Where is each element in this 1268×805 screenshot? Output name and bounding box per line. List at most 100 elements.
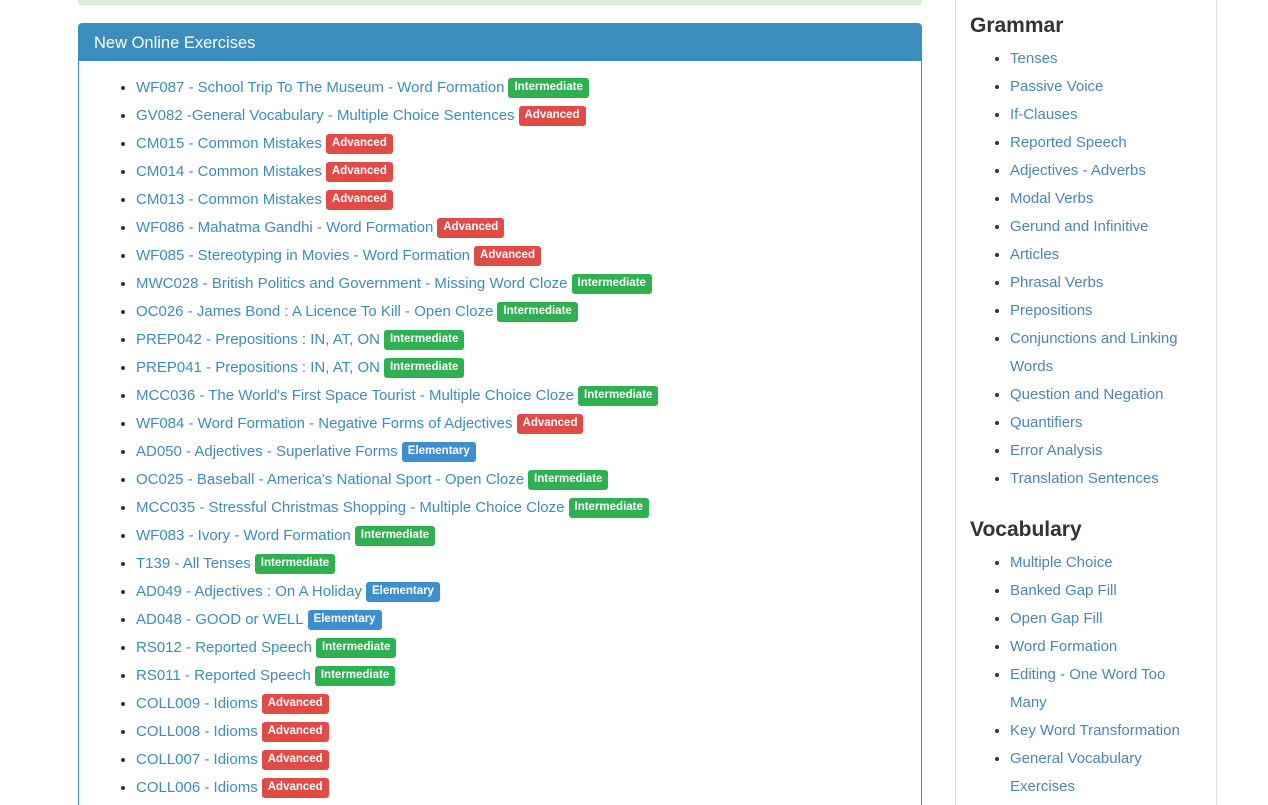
sidebar-item-editing-one-word-too-many[interactable]: Editing - One Word Too Many — [1010, 666, 1165, 711]
sidebar-item-question-and-negation[interactable]: Question and Negation — [1010, 386, 1163, 403]
list-item: MCC035 - Stressful Christmas Shopping - … — [136, 494, 906, 522]
level-badge: Elementary — [402, 442, 476, 462]
list-item: Articles — [1010, 241, 1202, 269]
grammar-heading: Grammar — [970, 13, 1202, 39]
level-badge: Intermediate — [355, 526, 435, 546]
exercise-link[interactable]: RS012 - Reported Speech — [136, 639, 312, 656]
exercise-link[interactable]: COLL007 - Idioms — [136, 751, 258, 768]
exercise-link[interactable]: PREP042 - Prepositions : IN, AT, ON — [136, 331, 380, 348]
exercise-link[interactable]: RS011 - Reported Speech — [136, 667, 311, 684]
level-badge: Intermediate — [572, 274, 652, 294]
list-item: COLL007 - IdiomsAdvanced — [136, 746, 906, 774]
exercise-link[interactable]: MWC028 - British Politics and Government… — [136, 275, 568, 292]
level-badge: Intermediate — [384, 330, 464, 350]
list-item: WF085 - Stereotyping in Movies - Word Fo… — [136, 242, 906, 270]
list-item: MCC036 - The World's First Space Tourist… — [136, 382, 906, 410]
list-item: MWC028 - British Politics and Government… — [136, 270, 906, 298]
sidebar-item-phrasal-verbs[interactable]: Phrasal Verbs — [1010, 274, 1103, 291]
sidebar-item-open-gap-fill[interactable]: Open Gap Fill — [1010, 610, 1103, 627]
sidebar-item-word-formation[interactable]: Word Formation — [1010, 638, 1117, 655]
exercise-link[interactable]: AD048 - GOOD or WELL — [136, 611, 304, 628]
exercise-link[interactable]: WF085 - Stereotyping in Movies - Word Fo… — [136, 247, 470, 264]
list-item: WF086 - Mahatma Gandhi - Word FormationA… — [136, 214, 906, 242]
exercise-link[interactable]: COLL008 - Idioms — [136, 723, 258, 740]
grammar-section: Grammar Tenses Passive Voice If-Clauses Rep… — [956, 0, 1216, 493]
sidebar-item-translation-sentences[interactable]: Translation Sentences — [1010, 470, 1159, 487]
sidebar-item-error-analysis[interactable]: Error Analysis — [1010, 442, 1103, 459]
list-item: COLL008 - IdiomsAdvanced — [136, 718, 906, 746]
sidebar-item-modal-verbs[interactable]: Modal Verbs — [1010, 190, 1093, 207]
exercise-link[interactable]: OC026 - James Bond : A Licence To Kill -… — [136, 303, 493, 320]
exercise-link[interactable]: T139 - All Tenses — [136, 555, 251, 572]
exercise-link[interactable]: MCC036 - The World's First Space Tourist… — [136, 387, 574, 404]
list-item: General Vocabulary Exercises — [1010, 745, 1202, 801]
list-item: CM015 - Common MistakesAdvanced — [136, 130, 906, 158]
vocabulary-list: Multiple Choice Banked Gap Fill Open Gap F… — [970, 549, 1202, 801]
sidebar-item-prepositions[interactable]: Prepositions — [1010, 302, 1093, 319]
exercise-link[interactable]: AD049 - Adjectives : On A Holiday — [136, 583, 362, 600]
list-item: WF087 - School Trip To The Museum - Word… — [136, 74, 906, 102]
level-badge: Intermediate — [255, 554, 335, 574]
level-badge: Intermediate — [316, 638, 396, 658]
level-badge: Intermediate — [528, 470, 608, 490]
exercise-link[interactable]: WF086 - Mahatma Gandhi - Word Formation — [136, 219, 433, 236]
list-item: Phrasal Verbs — [1010, 269, 1202, 297]
sidebar-item-passive-voice[interactable]: Passive Voice — [1010, 78, 1103, 95]
list-item: Reported Speech — [1010, 129, 1202, 157]
exercise-link[interactable]: CM013 - Common Mistakes — [136, 191, 322, 208]
exercise-link[interactable]: CM014 - Common Mistakes — [136, 163, 322, 180]
list-item: OC025 - Baseball - America's National Sp… — [136, 466, 906, 494]
list-item: AD050 - Adjectives - Superlative FormsEl… — [136, 438, 906, 466]
list-item: Banked Gap Fill — [1010, 577, 1202, 605]
list-item: Question and Negation — [1010, 381, 1202, 409]
list-item: PREP042 - Prepositions : IN, AT, ONInter… — [136, 326, 906, 354]
level-badge: Intermediate — [384, 358, 464, 378]
sidebar-item-reported-speech[interactable]: Reported Speech — [1010, 134, 1127, 151]
sidebar-item-adjectives-adverbs[interactable]: Adjectives - Adverbs — [1010, 162, 1146, 179]
exercise-link[interactable]: MCC035 - Stressful Christmas Shopping - … — [136, 499, 565, 516]
exercise-link[interactable]: COLL009 - Idioms — [136, 695, 258, 712]
exercise-link[interactable]: PREP041 - Prepositions : IN, AT, ON — [136, 359, 380, 376]
list-item: Modal Verbs — [1010, 185, 1202, 213]
list-item: If-Clauses — [1010, 101, 1202, 129]
list-item: COLL006 - IdiomsAdvanced — [136, 774, 906, 802]
sidebar-item-conjunctions-and-linking-words[interactable]: Conjunctions and Linking Words — [1010, 330, 1178, 375]
exercise-link[interactable]: OC025 - Baseball - America's National Sp… — [136, 471, 524, 488]
list-item: Prepositions — [1010, 297, 1202, 325]
level-badge: Advanced — [262, 778, 329, 798]
sidebar-item-banked-gap-fill[interactable]: Banked Gap Fill — [1010, 582, 1117, 599]
list-item: Word Formation — [1010, 633, 1202, 661]
list-item: RS011 - Reported SpeechIntermediate — [136, 662, 906, 690]
sidebar-item-tenses[interactable]: Tenses — [1010, 50, 1058, 67]
vocabulary-section: Vocabulary Multiple Choice Banked Gap Fil… — [956, 495, 1216, 801]
level-badge: Elementary — [366, 582, 440, 602]
exercise-link[interactable]: COLL006 - Idioms — [136, 779, 258, 796]
list-item: CM013 - Common MistakesAdvanced — [136, 186, 906, 214]
sidebar-item-quantifiers[interactable]: Quantifiers — [1010, 414, 1083, 431]
sidebar-item-articles[interactable]: Articles — [1010, 246, 1059, 263]
level-badge: Advanced — [262, 694, 329, 714]
list-item: Adjectives - Adverbs — [1010, 157, 1202, 185]
exercise-link[interactable]: AD050 - Adjectives - Superlative Forms — [136, 443, 398, 460]
exercise-link[interactable]: WF087 - School Trip To The Museum - Word… — [136, 79, 504, 96]
sidebar-item-general-vocabulary-exercises[interactable]: General Vocabulary Exercises — [1010, 750, 1142, 795]
sidebar-item-gerund-and-infinitive[interactable]: Gerund and Infinitive — [1010, 218, 1148, 235]
level-badge: Advanced — [262, 722, 329, 742]
exercise-link[interactable]: CM015 - Common Mistakes — [136, 135, 322, 152]
sidebar-item-if-clauses[interactable]: If-Clauses — [1010, 106, 1078, 123]
level-badge: Advanced — [326, 190, 393, 210]
sidebar-item-key-word-transformation[interactable]: Key Word Transformation — [1010, 722, 1180, 739]
exercise-link[interactable]: GV082 -General Vocabulary - Multiple Cho… — [136, 107, 515, 124]
vocabulary-heading: Vocabulary — [970, 517, 1202, 543]
list-item: WF083 - Ivory - Word FormationIntermedia… — [136, 522, 906, 550]
list-item: Editing - One Word Too Many — [1010, 661, 1202, 717]
list-item: COLL009 - IdiomsAdvanced — [136, 690, 906, 718]
sidebar-item-multiple-choice[interactable]: Multiple Choice — [1010, 554, 1113, 571]
exercise-link[interactable]: WF084 - Word Formation - Negative Forms … — [136, 415, 513, 432]
grammar-list: Tenses Passive Voice If-Clauses Reported Sp… — [970, 45, 1202, 493]
list-item: AD048 - GOOD or WELLElementary — [136, 606, 906, 634]
level-badge: Advanced — [326, 162, 393, 182]
list-item: Translation Sentences — [1010, 465, 1202, 493]
exercise-link[interactable]: WF083 - Ivory - Word Formation — [136, 527, 351, 544]
level-badge: Advanced — [519, 106, 586, 126]
